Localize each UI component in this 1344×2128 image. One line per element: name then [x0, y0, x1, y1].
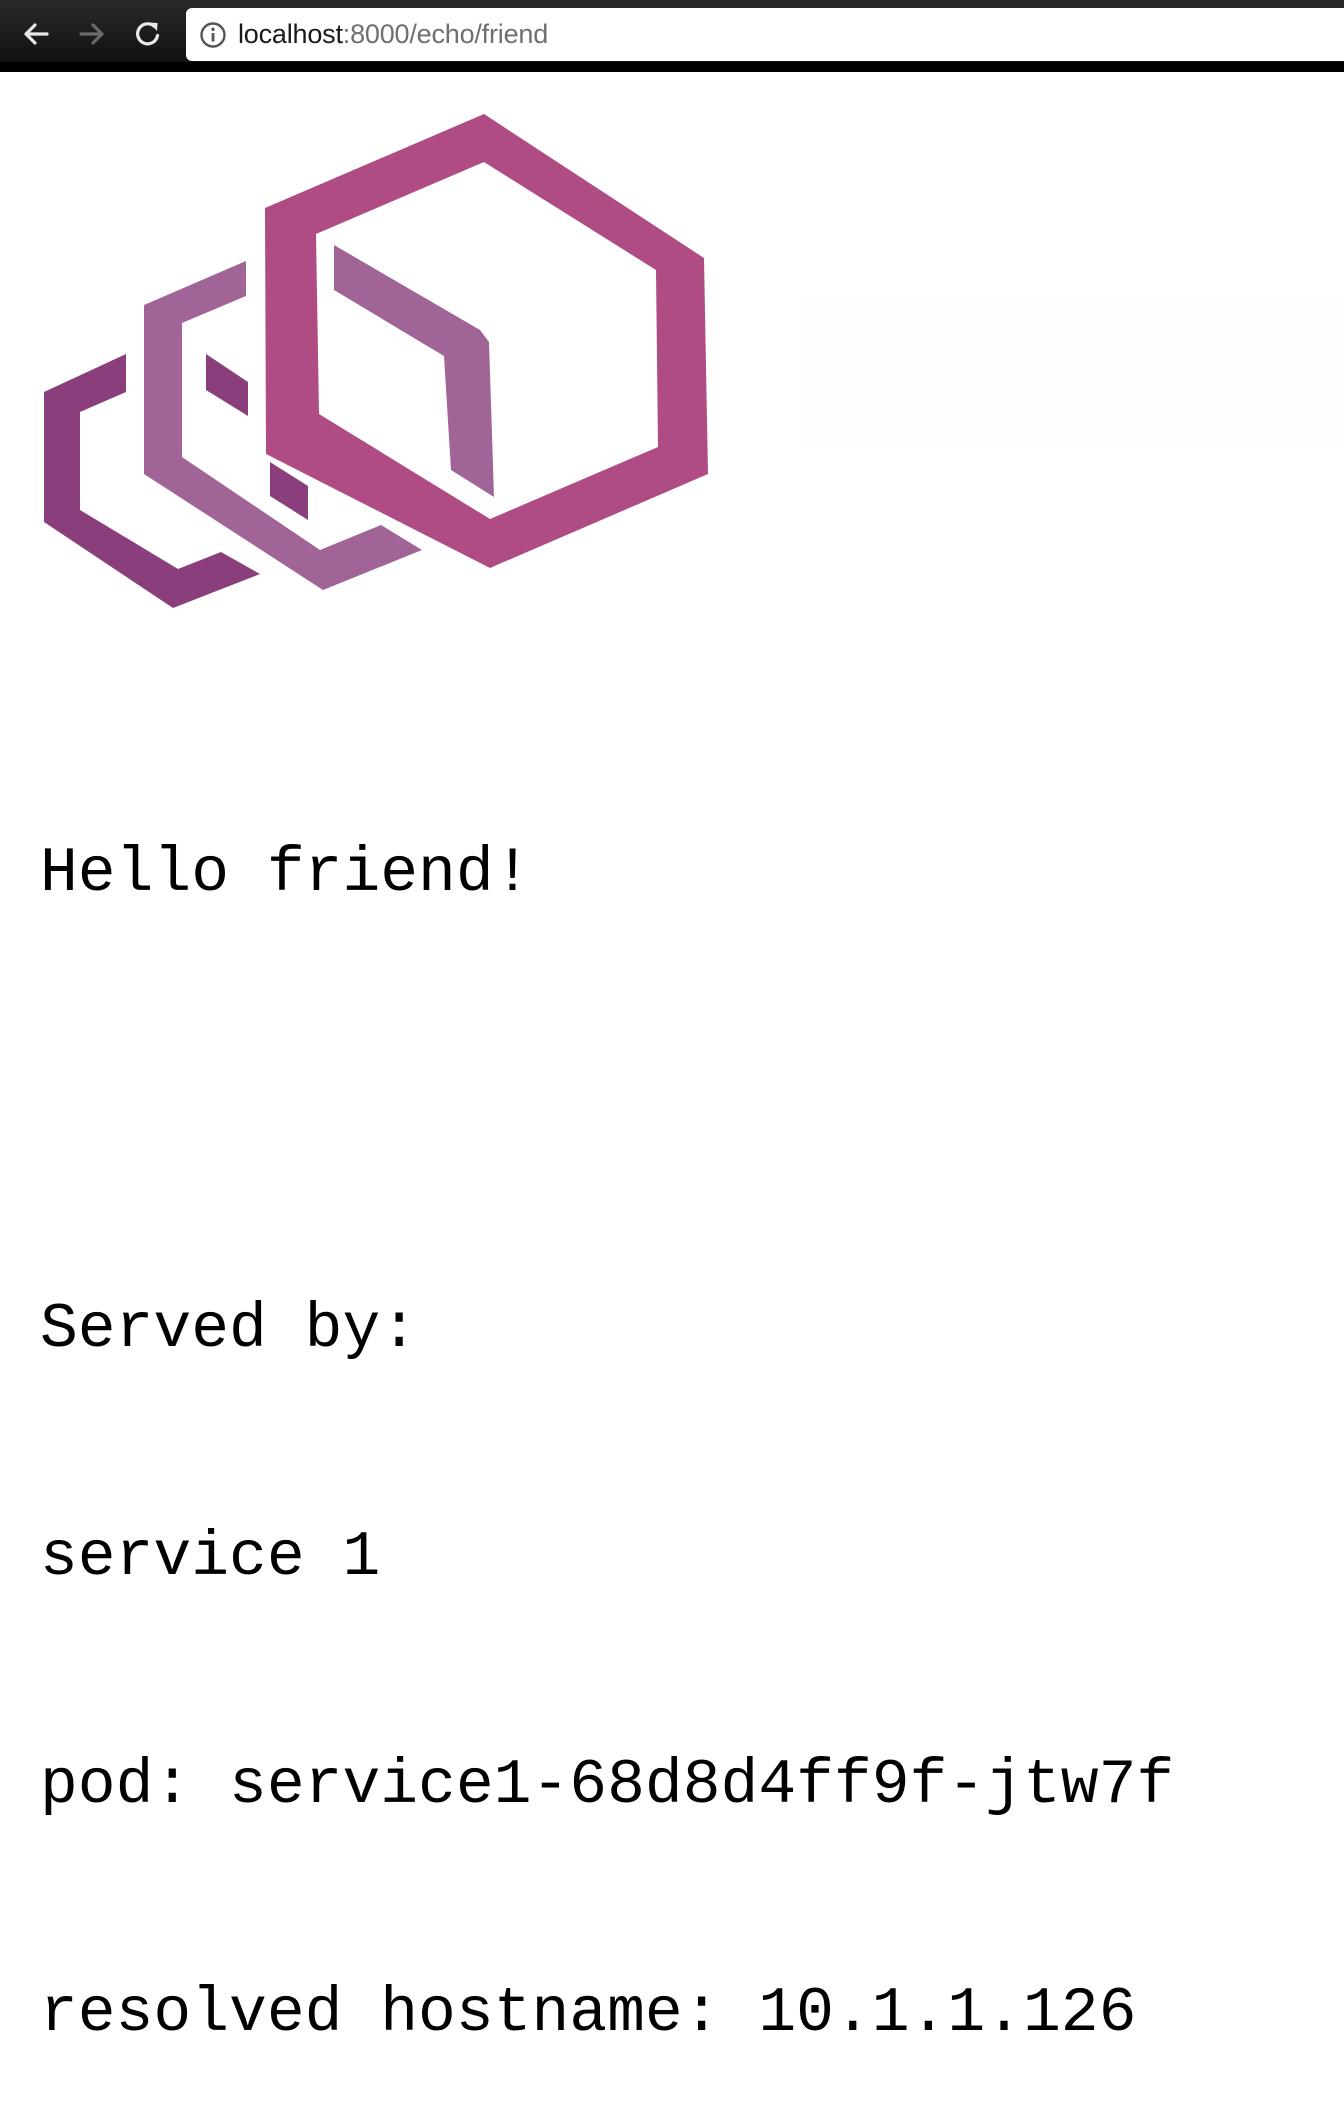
reload-button[interactable]: [128, 14, 168, 54]
info-circle-icon[interactable]: [199, 21, 227, 49]
url-host: localhost: [238, 19, 343, 49]
served-by-label: Served by:: [40, 1294, 419, 1365]
address-bar[interactable]: localhost:8000/echo/friend: [186, 8, 1344, 61]
logo-wordmark-area: [800, 298, 1344, 448]
logo-middle-piece-top: [206, 354, 248, 416]
envoy-logo: [44, 114, 708, 608]
reload-icon: [136, 22, 160, 46]
back-button[interactable]: [16, 14, 56, 54]
url-path: :8000/echo/friend: [342, 19, 549, 49]
arrow-left-icon: [24, 23, 49, 45]
echo-response: Hello friend! Served by: service 1 pod: …: [40, 684, 1330, 2128]
service-name: service 1: [40, 1522, 381, 1593]
browser-toolbar: localhost:8000/echo/friend: [0, 0, 1344, 72]
forward-button[interactable]: [72, 14, 112, 54]
arrow-right-icon: [79, 23, 104, 45]
greeting-text: Hello friend!: [40, 838, 532, 909]
pod-line: pod: service1-68d8d4ff9f-jtw7f: [40, 1750, 1175, 1821]
toolbar-bottom-edge: [0, 62, 1344, 72]
hostname-line: resolved hostname: 10.1.1.126: [40, 1978, 1137, 2049]
url-text[interactable]: localhost:8000/echo/friend: [238, 21, 548, 48]
